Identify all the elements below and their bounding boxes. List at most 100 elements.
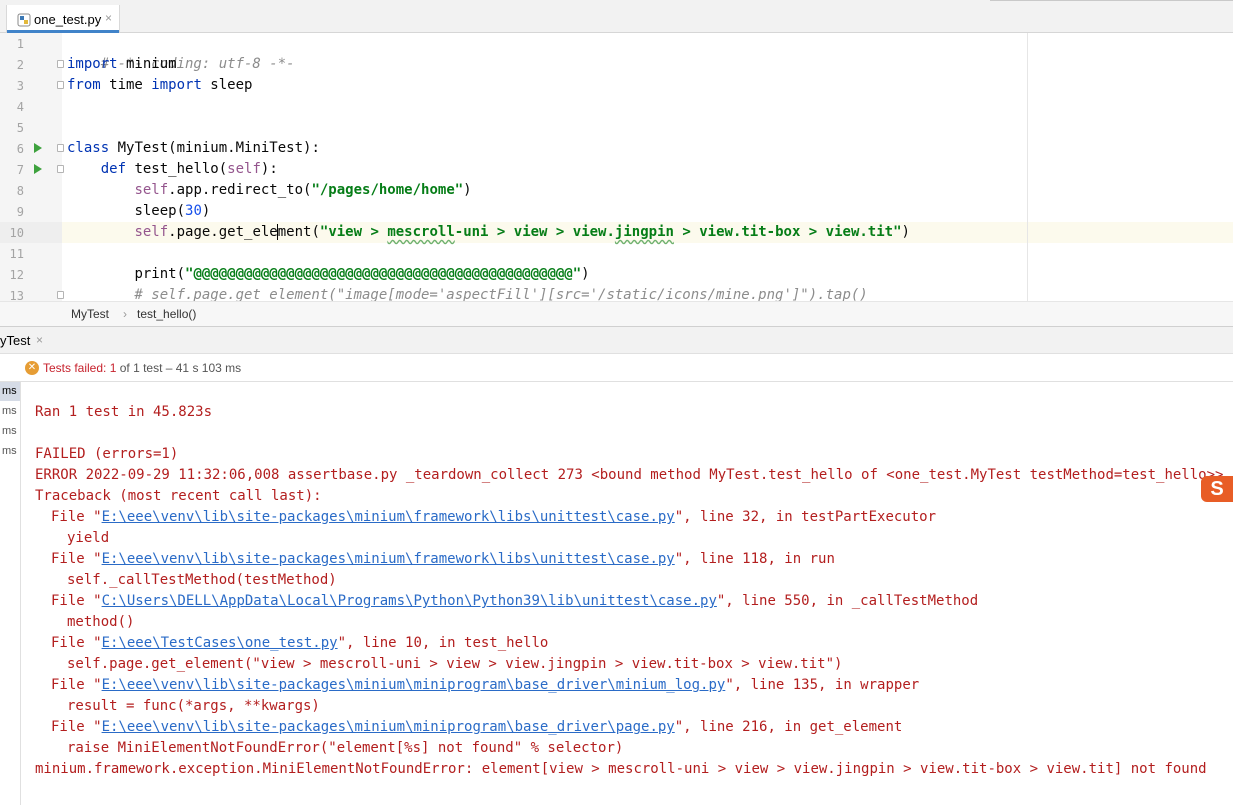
- run-method-icon[interactable]: [34, 164, 42, 174]
- string-literal: "@@@@@@@@@@@@@@@@@@@@@@@@@@@@@@@@@@@@@@@…: [185, 266, 582, 282]
- code-text: ): [581, 266, 590, 282]
- frame-prefix: File ": [51, 635, 102, 651]
- breadcrumb: MyTest › test_hello(): [0, 301, 1233, 326]
- code-text: sleep: [201, 77, 253, 93]
- file-link[interactable]: E:\eee\venv\lib\site-packages\minium\min…: [102, 719, 675, 735]
- traceback-frame: File "E:\eee\TestCases\one_test.py", lin…: [51, 633, 548, 654]
- code-line-9: sleep(30): [67, 201, 210, 222]
- code-text: .page.get_ele: [168, 224, 278, 240]
- test-tree-item[interactable]: ms: [0, 442, 20, 461]
- keyword: class: [67, 140, 110, 156]
- file-link[interactable]: E:\eee\TestCases\one_test.py: [102, 635, 338, 651]
- code-line-2: import minium: [67, 54, 177, 75]
- close-run-tab-icon[interactable]: ×: [36, 333, 43, 347]
- console-line: Ran 1 test in 45.823s: [35, 404, 213, 420]
- keyword: def: [100, 161, 127, 177]
- file-link[interactable]: C:\Users\DELL\AppData\Local\Programs\Pyt…: [102, 593, 717, 609]
- test-tree-item[interactable]: ms: [0, 382, 20, 401]
- line-number: 6: [16, 142, 24, 156]
- traceback-frame: File "E:\eee\venv\lib\site-packages\mini…: [51, 507, 936, 528]
- frame-suffix: ", line 10, in test_hello: [337, 635, 549, 651]
- frame-prefix: File ": [51, 719, 102, 735]
- traceback-code: method(): [67, 614, 135, 630]
- frame-prefix: File ": [51, 677, 102, 693]
- run-config-tab[interactable]: yTest: [0, 333, 30, 348]
- line-number: 12: [9, 268, 24, 282]
- traceback-frame: File "E:\eee\venv\lib\site-packages\mini…: [51, 717, 902, 738]
- file-link[interactable]: E:\eee\venv\lib\site-packages\minium\fra…: [102, 509, 675, 525]
- frame-suffix: ", line 118, in run: [674, 551, 835, 567]
- string-literal: "/pages/home/home": [311, 182, 464, 198]
- run-class-icon[interactable]: [34, 143, 42, 153]
- file-tab-one-test[interactable]: one_test.py ×: [6, 5, 120, 33]
- console-line: FAILED (errors=1): [35, 446, 179, 462]
- ime-floating-icon[interactable]: S: [1201, 476, 1233, 502]
- fold-marker-icon[interactable]: [57, 60, 64, 68]
- editor-tab-bar: one_test.py ×: [0, 0, 1233, 33]
- code-text: ): [901, 224, 910, 240]
- breadcrumb-class[interactable]: MyTest: [71, 307, 109, 321]
- frame-suffix: ", line 135, in wrapper: [725, 677, 920, 693]
- line-number: 5: [16, 121, 24, 135]
- line-number: 8: [16, 184, 24, 198]
- test-tree: ms ms ms ms: [0, 382, 21, 805]
- self-ref: self: [134, 224, 169, 240]
- code-line-3: from time import sleep: [67, 75, 252, 96]
- fold-marker-icon[interactable]: [57, 81, 64, 89]
- code-line-7: def test_hello(self):: [67, 159, 278, 180]
- line-number: 11: [9, 247, 24, 261]
- keyword: import: [151, 77, 202, 93]
- string-literal-typo: jingpin: [614, 224, 674, 240]
- test-tree-item[interactable]: ms: [0, 422, 20, 441]
- fold-marker-icon[interactable]: [57, 144, 64, 152]
- file-tab-label: one_test.py: [34, 12, 102, 27]
- frame-prefix: File ": [51, 551, 102, 567]
- line-number: 4: [16, 100, 24, 114]
- test-failed-icon: ✕: [25, 361, 39, 375]
- string-literal-typo: mescroll: [387, 224, 455, 240]
- code-line-13: # self.page.get_element("image[mode='asp…: [67, 285, 867, 301]
- code-text: test_hello(: [126, 161, 228, 177]
- traceback-frame: File "E:\eee\venv\lib\site-packages\mini…: [51, 675, 919, 696]
- test-status-text: Tests failed: 1 of 1 test – 41 s 103 ms: [43, 361, 241, 375]
- line-number: 9: [16, 205, 24, 219]
- self-ref: self: [134, 182, 169, 198]
- code-text: .app.redirect_to(: [168, 182, 312, 198]
- frame-suffix: ", line 32, in testPartExecutor: [674, 509, 937, 525]
- tab-bar-top-border: [990, 0, 1233, 1]
- fold-marker-icon[interactable]: [57, 291, 64, 299]
- fold-marker-icon[interactable]: [57, 165, 64, 173]
- code-text: print(: [134, 266, 186, 282]
- code-text: ): [201, 203, 211, 219]
- close-tab-icon[interactable]: ×: [105, 11, 112, 25]
- run-tool-window-header: yTest ×: [0, 326, 1233, 353]
- console-line: ERROR 2022-09-29 11:32:06,008 assertbase…: [35, 467, 1224, 483]
- traceback-code: yield: [67, 530, 110, 546]
- traceback-code: self.page.get_element("view > mescroll-u…: [67, 656, 843, 672]
- code-text: time: [100, 77, 152, 93]
- text-caret: ment(: [276, 224, 320, 240]
- breadcrumb-method[interactable]: test_hello(): [137, 307, 196, 321]
- file-link[interactable]: E:\eee\venv\lib\site-packages\minium\min…: [102, 677, 726, 693]
- exception-message: minium.framework.exception.MiniElementNo…: [35, 761, 1207, 777]
- string-literal: "view >: [319, 224, 388, 240]
- line-number: 7: [16, 163, 24, 177]
- traceback-frame: File "C:\Users\DELL\AppData\Local\Progra…: [51, 591, 978, 612]
- line-number: 2: [16, 58, 24, 72]
- test-tree-item[interactable]: ms: [0, 402, 20, 421]
- right-margin-guide: [1027, 33, 1028, 301]
- code-text: ):: [260, 161, 278, 177]
- code-line-12: print("@@@@@@@@@@@@@@@@@@@@@@@@@@@@@@@@@…: [67, 264, 590, 285]
- file-link[interactable]: E:\eee\venv\lib\site-packages\minium\fra…: [102, 551, 675, 567]
- code-line-10: self.page.get_element("view > mescroll-u…: [67, 222, 910, 243]
- code-editor[interactable]: 1 2 3 4 5 6 7 8 9 10 11 12 13 # -*- codi…: [0, 33, 1233, 301]
- console-line: Traceback (most recent call last):: [35, 488, 322, 504]
- status-summary: of 1 test – 41 s 103 ms: [116, 361, 242, 375]
- number-literal: 30: [185, 203, 202, 219]
- code-text: MyTest(minium.MiniTest):: [109, 140, 320, 156]
- code-line-8: self.app.redirect_to("/pages/home/home"): [67, 180, 471, 201]
- python-file-icon: [17, 13, 31, 27]
- console-output[interactable]: Ran 1 test in 45.823s FAILED (errors=1) …: [21, 382, 1233, 805]
- frame-suffix: ", line 216, in get_element: [674, 719, 903, 735]
